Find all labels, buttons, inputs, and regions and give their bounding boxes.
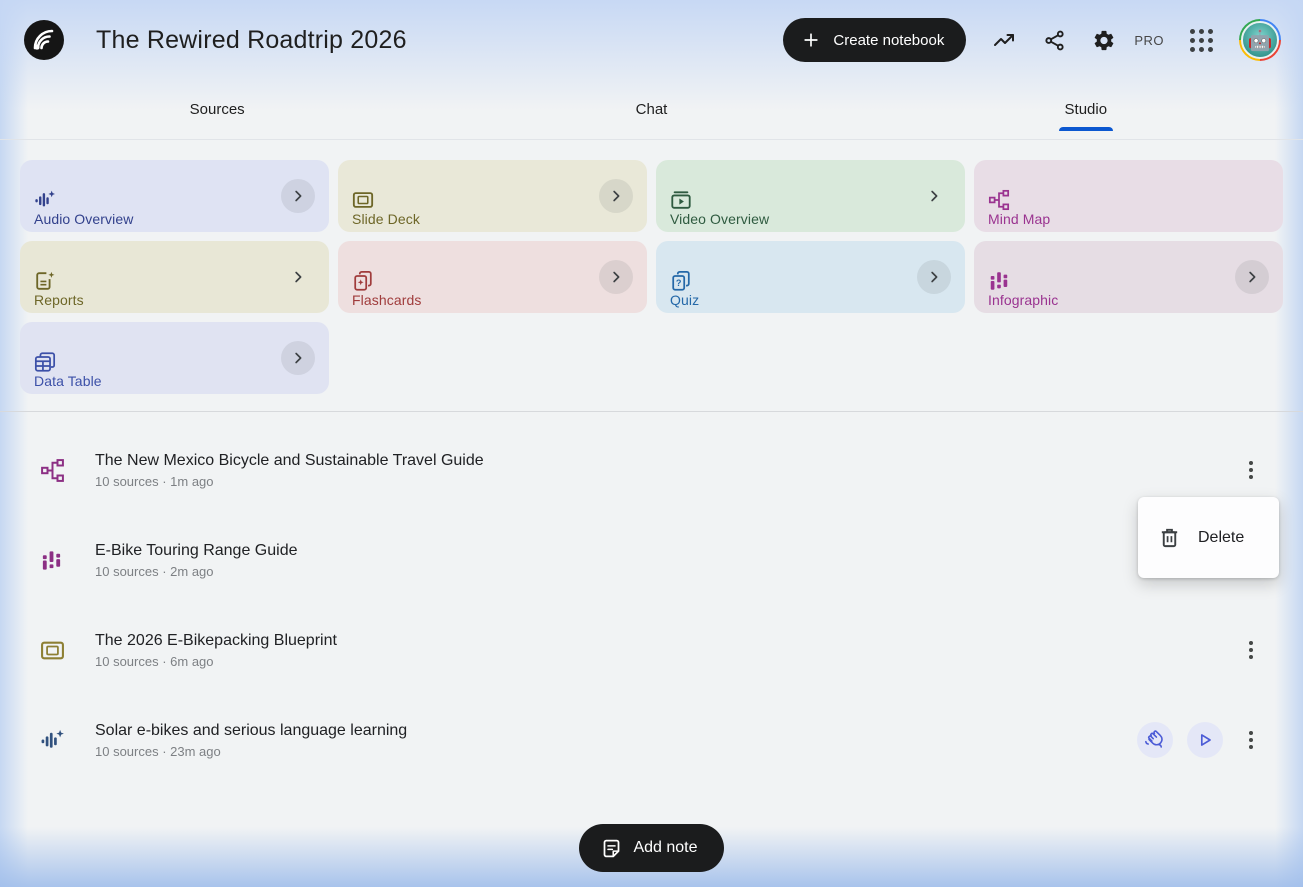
card-label: Flashcards (352, 292, 633, 308)
chevron-right-icon[interactable] (281, 260, 315, 294)
chevron-right-icon[interactable] (281, 341, 315, 375)
card-label: Video Overview (670, 211, 951, 227)
card-mind-map[interactable]: Mind Map (974, 160, 1283, 232)
chevron-right-icon[interactable] (599, 260, 633, 294)
artifact-row-mind-map[interactable]: The New Mexico Bicycle and Sustainable T… (0, 425, 1303, 515)
notebook-title[interactable]: The Rewired Roadtrip 2026 (96, 26, 407, 55)
card-label: Quiz (670, 292, 951, 308)
chevron-right-icon[interactable] (599, 179, 633, 213)
card-video-overview[interactable]: Video Overview (656, 160, 965, 232)
mind-map-icon (988, 189, 1269, 211)
active-tab-underline (1059, 127, 1113, 131)
google-apps-grid-icon[interactable] (1190, 29, 1213, 52)
slide-deck-icon (352, 189, 633, 211)
artifact-meta: 10 sources · 6m ago (95, 654, 337, 669)
chevron-right-icon[interactable] (917, 260, 951, 294)
tab-sources-label: Sources (190, 101, 245, 118)
account-avatar[interactable]: 🤖 (1239, 19, 1281, 61)
more-options-icon[interactable] (1239, 725, 1263, 755)
chevron-right-icon[interactable] (917, 179, 951, 213)
chevron-right-icon[interactable] (281, 179, 315, 213)
card-label: Reports (34, 292, 315, 308)
create-notebook-label: Create notebook (833, 32, 944, 49)
share-icon[interactable] (1042, 28, 1066, 52)
mind-map-icon (40, 458, 66, 483)
trash-icon (1158, 526, 1181, 549)
card-reports[interactable]: Reports (20, 241, 329, 313)
artifact-title: The New Mexico Bicycle and Sustainable T… (95, 452, 484, 470)
artifact-title: The 2026 E-Bikepacking Blueprint (95, 632, 337, 650)
play-audio-button[interactable] (1187, 722, 1223, 758)
artifact-meta: 10 sources · 23m ago (95, 744, 407, 759)
create-notebook-button[interactable]: Create notebook (783, 18, 966, 62)
card-label: Infographic (988, 292, 1269, 308)
play-icon (1194, 729, 1216, 751)
settings-gear-icon[interactable] (1092, 28, 1116, 52)
data-table-icon (34, 351, 315, 373)
infographic-icon (40, 549, 66, 572)
tab-studio-label: Studio (1065, 101, 1108, 118)
pro-badge: PRO (1134, 33, 1164, 48)
artifact-meta: 10 sources · 2m ago (95, 564, 298, 579)
report-sparkle-icon (34, 270, 315, 292)
artifact-row-audio-overview[interactable]: Solar e-bikes and serious language learn… (0, 695, 1303, 785)
tab-studio[interactable]: Studio (869, 80, 1303, 139)
studio-artifact-list: The New Mexico Bicycle and Sustainable T… (0, 412, 1303, 785)
studio-tools-grid: Audio Overview Slide Deck Video Overview… (0, 140, 1303, 394)
context-menu-item-delete[interactable]: Delete (1198, 529, 1244, 547)
chevron-right-icon[interactable] (1235, 260, 1269, 294)
infographic-icon (988, 270, 1269, 292)
plus-icon (801, 30, 821, 50)
audio-waveform-sparkle-icon (34, 189, 315, 211)
tab-sources[interactable]: Sources (0, 80, 434, 139)
more-options-icon[interactable] (1239, 635, 1263, 665)
artifact-title: E-Bike Touring Range Guide (95, 542, 298, 560)
card-audio-overview[interactable]: Audio Overview (20, 160, 329, 232)
add-note-button[interactable]: Add note (579, 824, 723, 872)
notebooklm-logo[interactable] (24, 20, 64, 60)
card-slide-deck[interactable]: Slide Deck (338, 160, 647, 232)
analytics-trending-icon[interactable] (992, 28, 1016, 52)
artifact-row-infographic[interactable]: E-Bike Touring Range Guide 10 sources · … (0, 515, 1303, 605)
card-label: Audio Overview (34, 211, 315, 227)
slide-deck-icon (40, 638, 66, 663)
interactive-mode-button[interactable] (1137, 722, 1173, 758)
add-note-label: Add note (633, 839, 697, 857)
card-label: Mind Map (988, 211, 1269, 227)
main-tab-bar: Sources Chat Studio (0, 80, 1303, 140)
avatar-robot-image: 🤖 (1241, 21, 1279, 59)
wave-hand-icon (1144, 729, 1166, 751)
card-data-table[interactable]: Data Table (20, 322, 329, 394)
note-icon (601, 838, 622, 859)
tab-chat-label: Chat (636, 101, 668, 118)
card-label: Slide Deck (352, 211, 633, 227)
audio-waveform-sparkle-icon (40, 728, 66, 753)
more-options-icon[interactable] (1239, 455, 1263, 485)
artifact-row-slide-deck[interactable]: The 2026 E-Bikepacking Blueprint 10 sour… (0, 605, 1303, 695)
quiz-icon (670, 270, 951, 292)
app-header: The Rewired Roadtrip 2026 Create noteboo… (0, 0, 1303, 80)
card-infographic[interactable]: Infographic (974, 241, 1283, 313)
context-menu: Delete (1138, 497, 1279, 578)
card-label: Data Table (34, 373, 315, 389)
card-quiz[interactable]: Quiz (656, 241, 965, 313)
card-flashcards[interactable]: Flashcards (338, 241, 647, 313)
tab-chat[interactable]: Chat (434, 80, 868, 139)
artifact-meta: 10 sources · 1m ago (95, 474, 484, 489)
artifact-title: Solar e-bikes and serious language learn… (95, 722, 407, 740)
video-overview-icon (670, 189, 951, 211)
flashcards-icon (352, 270, 633, 292)
